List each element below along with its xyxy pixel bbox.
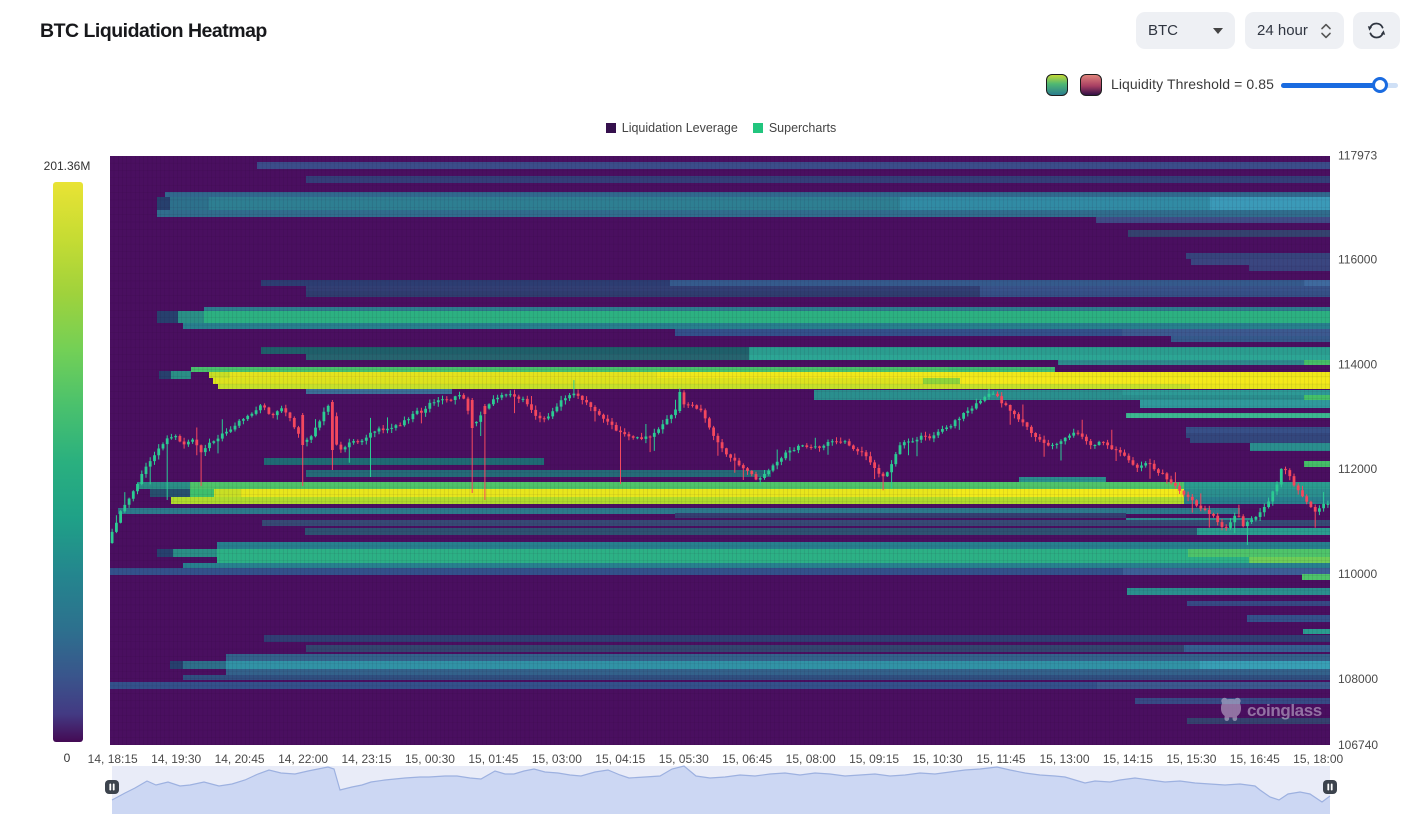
svg-text:14, 22:00: 14, 22:00 xyxy=(278,752,328,766)
svg-text:15, 14:15: 15, 14:15 xyxy=(1103,752,1153,766)
svg-text:15, 06:45: 15, 06:45 xyxy=(722,752,772,766)
svg-text:15, 18:00: 15, 18:00 xyxy=(1293,752,1343,766)
svg-text:coinglass: coinglass xyxy=(1247,701,1322,720)
svg-text:110000: 110000 xyxy=(1338,567,1377,581)
svg-text:15, 03:00: 15, 03:00 xyxy=(532,752,582,766)
svg-text:15, 13:00: 15, 13:00 xyxy=(1039,752,1089,766)
svg-text:117973: 117973 xyxy=(1338,149,1377,163)
svg-text:14, 23:15: 14, 23:15 xyxy=(341,752,391,766)
svg-text:201.36M: 201.36M xyxy=(44,159,91,173)
svg-text:15, 16:45: 15, 16:45 xyxy=(1230,752,1280,766)
svg-text:15, 01:45: 15, 01:45 xyxy=(468,752,518,766)
svg-text:15, 05:30: 15, 05:30 xyxy=(659,752,709,766)
svg-text:14, 19:30: 14, 19:30 xyxy=(151,752,201,766)
svg-text:108000: 108000 xyxy=(1338,672,1378,686)
svg-text:15, 04:15: 15, 04:15 xyxy=(595,752,645,766)
svg-text:14, 20:45: 14, 20:45 xyxy=(215,752,265,766)
svg-text:15, 10:30: 15, 10:30 xyxy=(913,752,963,766)
svg-text:15, 09:15: 15, 09:15 xyxy=(849,752,899,766)
svg-text:0: 0 xyxy=(64,751,71,765)
svg-text:15, 11:45: 15, 11:45 xyxy=(976,752,1025,766)
svg-text:116000: 116000 xyxy=(1338,253,1377,267)
svg-text:14, 18:15: 14, 18:15 xyxy=(88,752,138,766)
svg-text:15, 15:30: 15, 15:30 xyxy=(1166,752,1216,766)
svg-text:15, 00:30: 15, 00:30 xyxy=(405,752,455,766)
svg-text:106740: 106740 xyxy=(1338,738,1378,752)
svg-text:112000: 112000 xyxy=(1338,462,1377,476)
svg-text:114000: 114000 xyxy=(1338,357,1377,371)
svg-text:15, 08:00: 15, 08:00 xyxy=(786,752,836,766)
